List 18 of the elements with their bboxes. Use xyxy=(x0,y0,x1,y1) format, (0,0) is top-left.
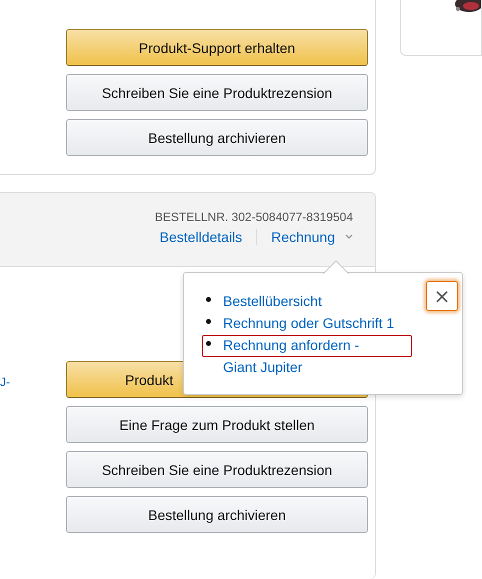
bullet-icon xyxy=(206,319,211,324)
invoice-link[interactable]: Rechnung xyxy=(271,229,335,245)
action-button[interactable]: Schreiben Sie eine Produktrezension xyxy=(66,74,368,111)
action-button[interactable]: Schreiben Sie eine Produktrezension xyxy=(66,451,368,488)
popover-link[interactable]: Rechnung oder Gutschrift 1 xyxy=(223,312,394,334)
order-details-link[interactable]: Bestelldetails xyxy=(160,229,242,245)
caret-icon xyxy=(345,234,353,240)
product-link[interactable]: J- xyxy=(0,375,10,389)
popover-link[interactable]: Bestellübersicht xyxy=(223,290,322,312)
popover-link[interactable]: Rechnung anfordern - Giant Jupiter xyxy=(223,334,360,378)
action-button[interactable]: Produkt-Support erhalten xyxy=(66,29,368,66)
action-button[interactable]: Eine Frage zum Produkt stellen xyxy=(66,406,368,443)
bullet-icon xyxy=(206,297,211,302)
close-button[interactable]: × xyxy=(426,281,458,311)
action-button[interactable]: Bestellung archivieren xyxy=(66,496,368,533)
order-number: BESTELLNR. 302-5084077-8319504 xyxy=(154,210,353,224)
bullet-icon xyxy=(206,341,211,346)
action-button[interactable]: Bestellung archivieren xyxy=(66,119,368,156)
